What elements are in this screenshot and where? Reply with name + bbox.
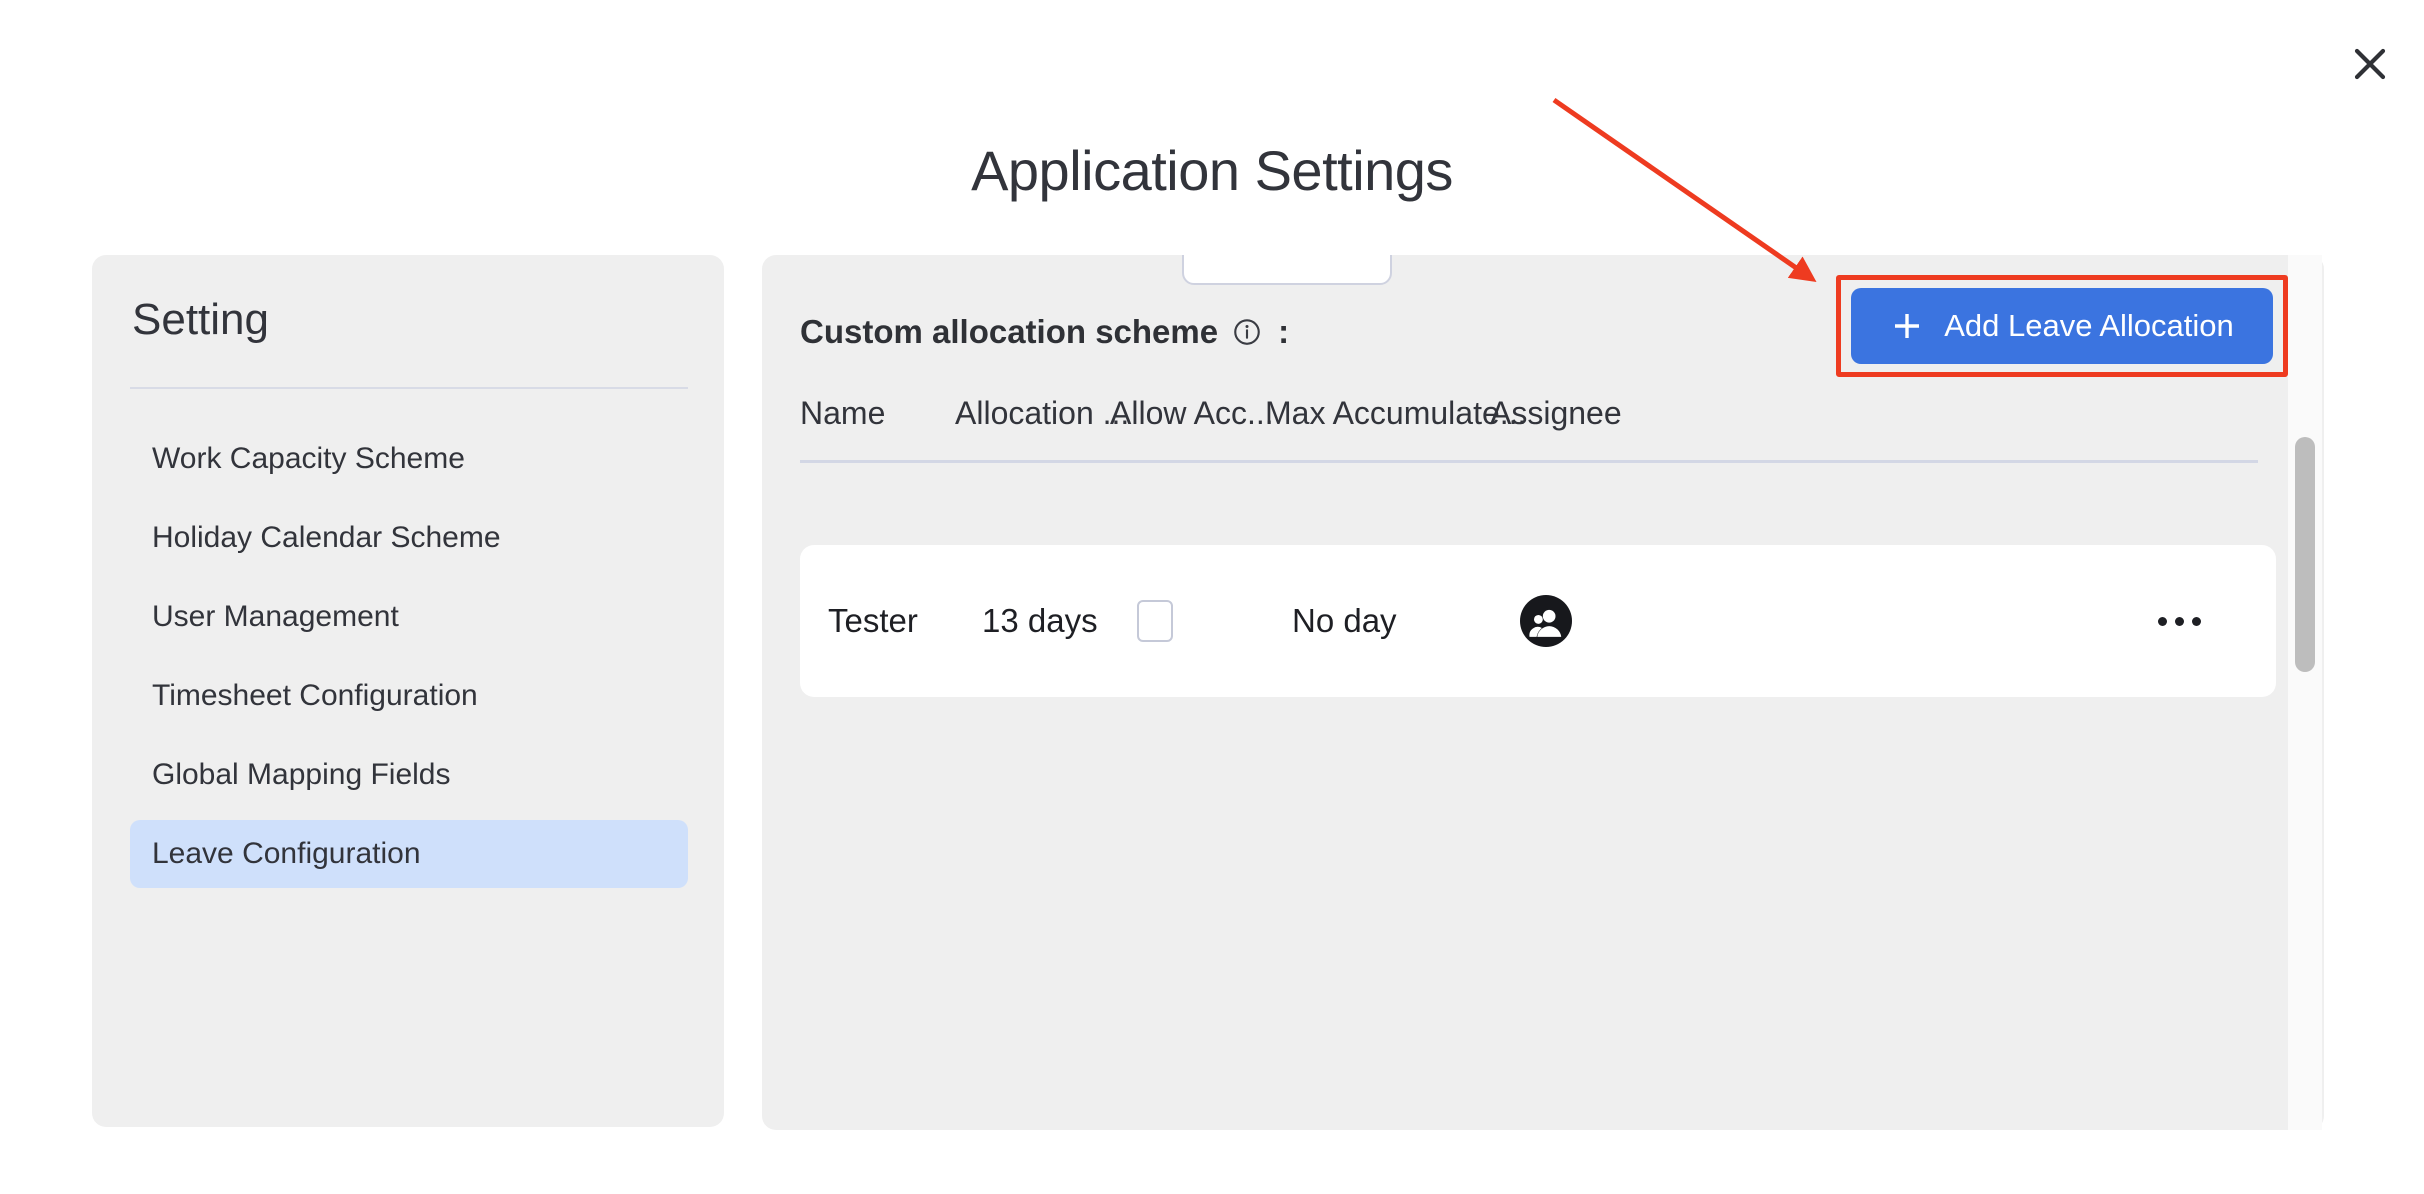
- sidebar-item-user-management[interactable]: User Management: [130, 583, 688, 651]
- add-leave-allocation-label: Add Leave Allocation: [1944, 308, 2234, 343]
- sidebar-item-label: Holiday Calendar Scheme: [152, 521, 501, 554]
- kebab-menu-icon[interactable]: [2158, 616, 2201, 626]
- leave-configuration-panel: Custom allocation scheme : Add Leave All…: [762, 255, 2324, 1130]
- scrolled-field-partial[interactable]: [1182, 255, 1392, 285]
- sidebar-item-global-mapping-fields[interactable]: Global Mapping Fields: [130, 741, 688, 809]
- info-circle-icon[interactable]: [1232, 317, 1262, 347]
- sidebar-divider: [130, 387, 688, 389]
- sidebar-item-label: Timesheet Configuration: [152, 679, 478, 712]
- sidebar-title: Setting: [132, 295, 269, 344]
- panel-scrollbar-thumb[interactable]: [2295, 437, 2315, 672]
- sidebar-item-work-capacity-scheme[interactable]: Work Capacity Scheme: [130, 425, 688, 493]
- app-root: Application Settings Setting Work Capaci…: [0, 0, 2424, 1194]
- page-title: Application Settings: [971, 139, 1453, 202]
- settings-sidebar: Setting Work Capacity Scheme Holiday Cal…: [92, 255, 724, 1127]
- sidebar-item-label: User Management: [152, 600, 399, 633]
- sidebar-item-label: Leave Configuration: [152, 837, 421, 870]
- section-title: Custom allocation scheme: [800, 313, 1219, 350]
- close-icon: [2354, 48, 2386, 80]
- people-group-avatar[interactable]: [1520, 595, 1572, 647]
- panel-scrollbar-track[interactable]: [2288, 255, 2322, 1130]
- table-header-divider: [800, 460, 2258, 463]
- cell-allow-accumulate: [1137, 545, 1173, 697]
- sidebar-item-label: Work Capacity Scheme: [152, 442, 465, 475]
- add-leave-allocation-button[interactable]: Add Leave Allocation: [1851, 288, 2273, 364]
- sidebar-item-label: Global Mapping Fields: [152, 758, 451, 791]
- table-row[interactable]: Tester 13 days No day: [800, 545, 2276, 697]
- column-header-allocation[interactable]: Allocation ...: [955, 395, 1129, 432]
- sidebar-menu: Work Capacity Scheme Holiday Calendar Sc…: [130, 425, 688, 899]
- column-header-name[interactable]: Name: [800, 395, 885, 432]
- cell-name: Tester: [828, 602, 918, 639]
- allow-accumulate-checkbox[interactable]: [1137, 600, 1173, 642]
- section-colon: :: [1278, 313, 1290, 350]
- sidebar-item-holiday-calendar-scheme[interactable]: Holiday Calendar Scheme: [130, 504, 688, 572]
- cell-assignee: [1520, 545, 1572, 697]
- close-button[interactable]: [2342, 36, 2398, 92]
- section-header: Custom allocation scheme :: [800, 313, 1289, 351]
- plus-icon: [1890, 309, 1924, 343]
- cell-allocation: 13 days: [982, 602, 1098, 639]
- column-header-max-accumulated[interactable]: Max Accumulate...: [1265, 395, 1526, 432]
- table-header-row: Name Allocation ... Allow Acc... Max Acc…: [800, 395, 2258, 463]
- cell-row-actions: [2158, 545, 2201, 697]
- sidebar-item-leave-configuration[interactable]: Leave Configuration: [130, 820, 688, 888]
- sidebar-item-timesheet-configuration[interactable]: Timesheet Configuration: [130, 662, 688, 730]
- column-header-allow-accumulate[interactable]: Allow Acc...: [1110, 395, 1274, 432]
- column-header-assignee[interactable]: Assignee: [1490, 395, 1622, 432]
- cell-max-accumulated: No day: [1292, 602, 1397, 639]
